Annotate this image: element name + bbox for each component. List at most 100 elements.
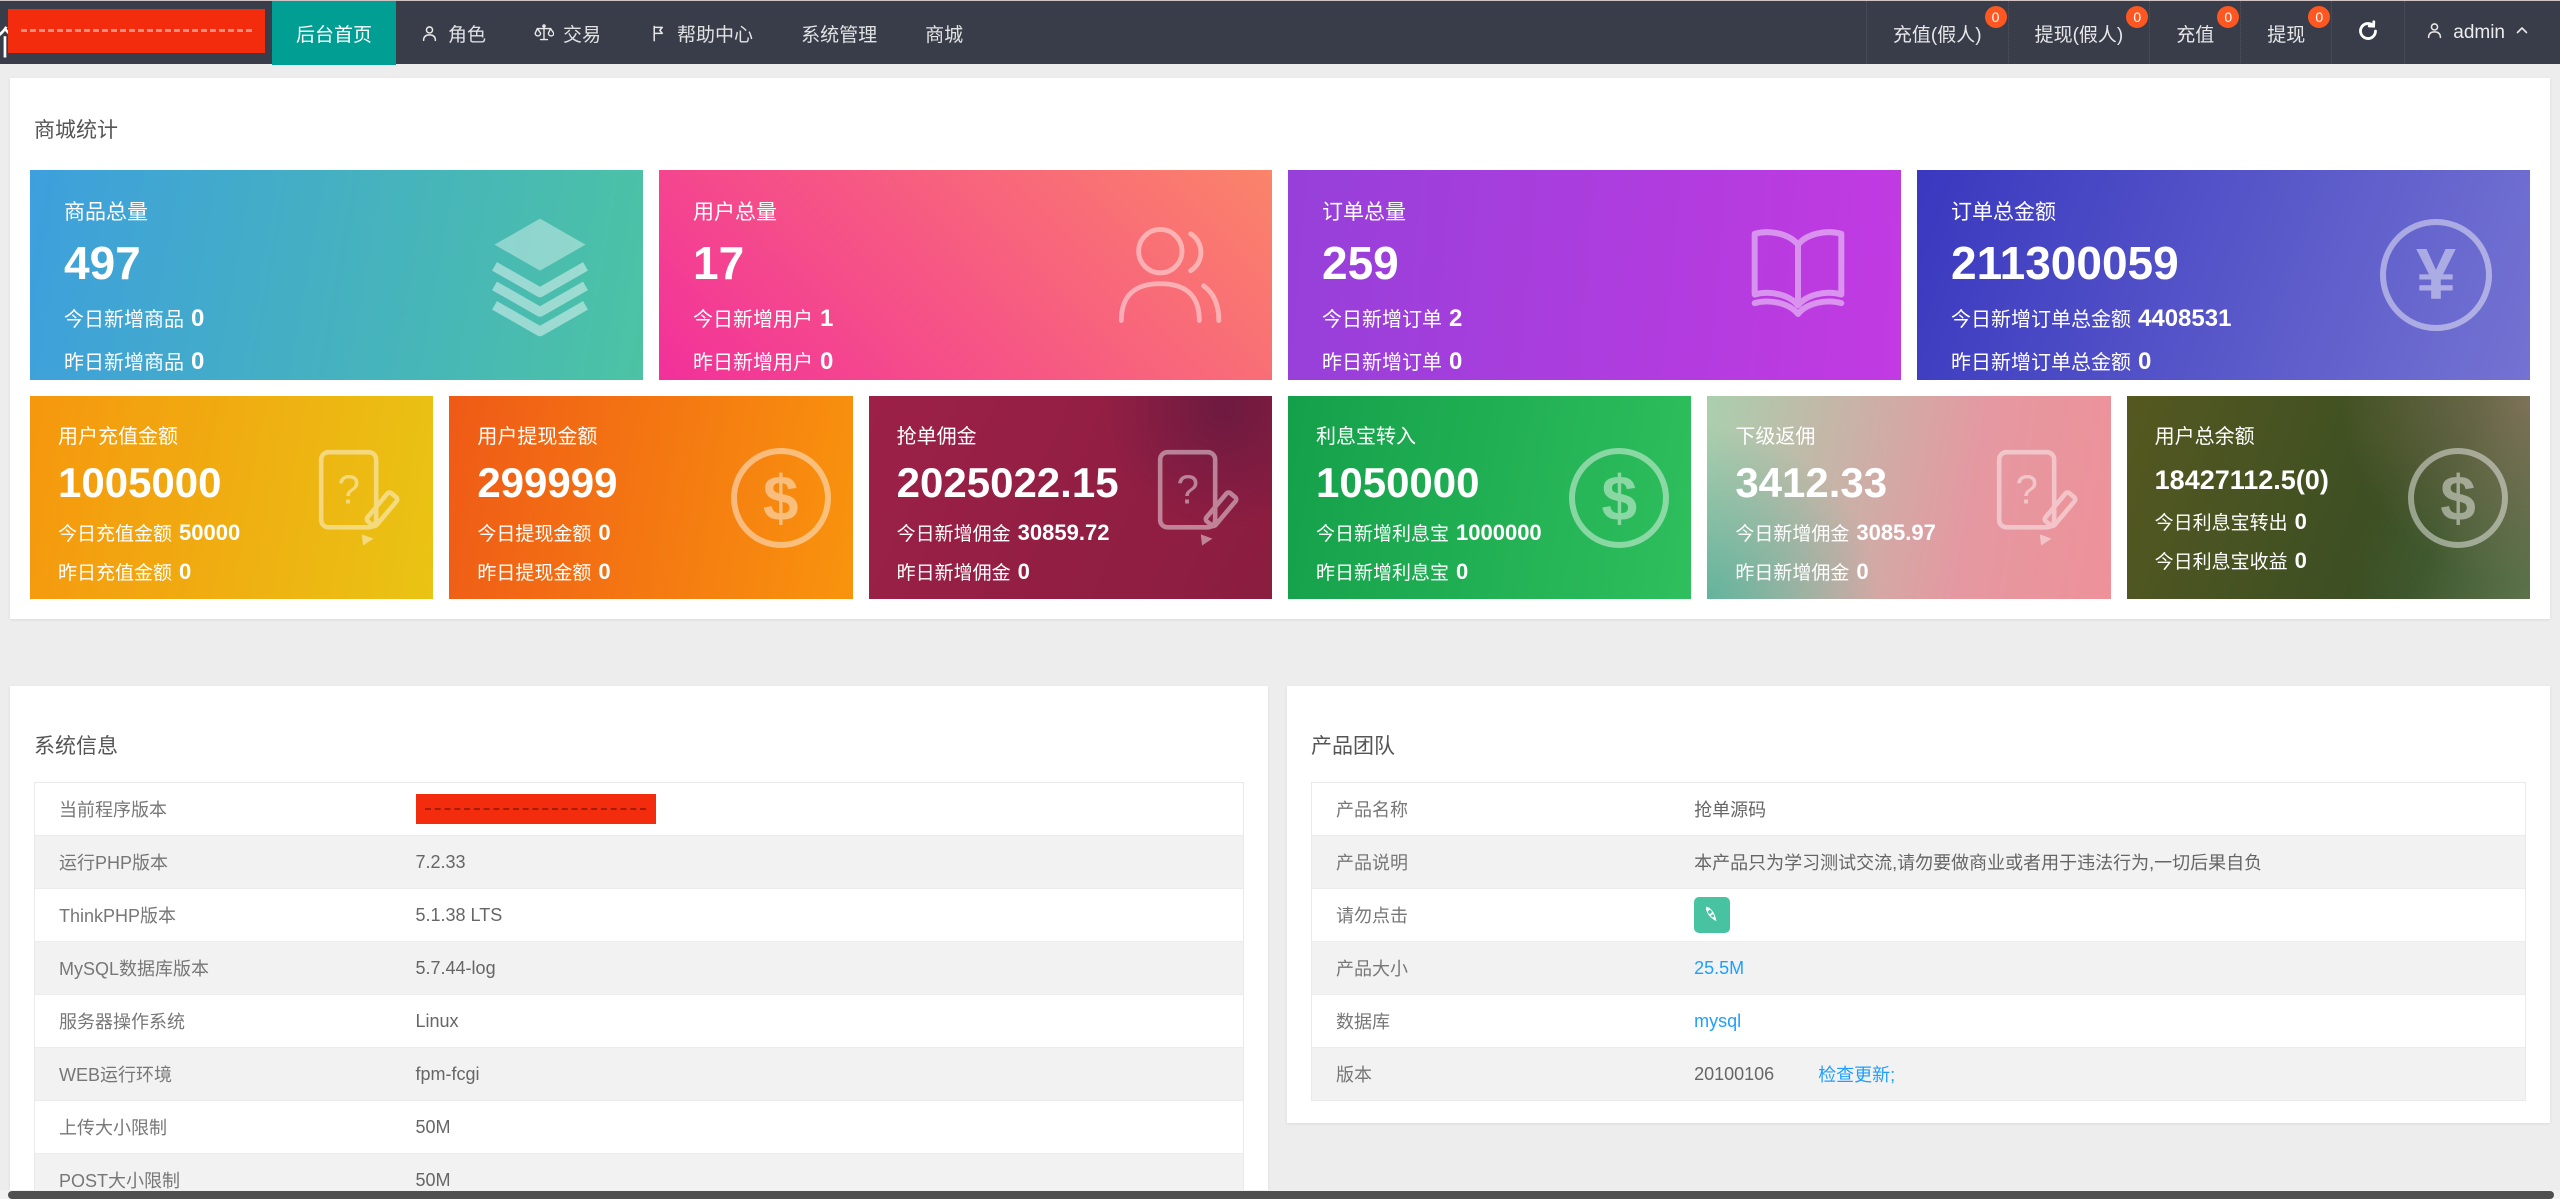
section-title: 产品团队: [1311, 735, 1395, 758]
redaction-overlay: [415, 794, 656, 824]
info-label: MySQL数据库版本: [59, 959, 210, 979]
system-info-panel: 系统信息 当前程序版本 运行PHP版本 7.2.33 ThinkPHP版本 5.…: [10, 686, 1268, 1199]
stat-card-user-recharge: 用户充值金额 1005000 今日充值金额 50000 昨日充值金额 0 ?: [30, 396, 434, 599]
card-line: 昨日新增利息宝 0: [1316, 559, 1469, 584]
info-value: [1694, 897, 1731, 933]
quick-withdraw-fake[interactable]: 提现(假人) 0: [2007, 1, 2150, 65]
rocket-icon[interactable]: [1694, 897, 1731, 933]
card-line: 昨日提现金额 0: [477, 559, 611, 584]
card-line: 昨日新增订单 0: [1322, 348, 1463, 375]
info-value: 5.1.38 LTS: [415, 904, 503, 925]
info-label: 版本: [1336, 1065, 1372, 1085]
refresh-button[interactable]: [2331, 1, 2404, 65]
info-label: 上传大小限制: [59, 1118, 167, 1138]
stat-card-order-amount-total: 订单总金额 211300059 今日新增订单总金额 4408531 昨日新增订单总…: [1917, 170, 2530, 380]
info-value: Linux: [415, 1010, 459, 1031]
quick-item-label: 提现: [2267, 24, 2306, 46]
menu-item-home[interactable]: 后台首页: [272, 1, 397, 65]
section-title: 系统信息: [34, 735, 118, 758]
table-row: 版本 20100106 检查更新;: [1312, 1048, 2525, 1100]
menu-item-label: 后台首页: [296, 24, 373, 46]
menu-item-label: 交易: [563, 24, 602, 46]
mall-statistics-panel: 商城统计 商品总量 497 今日新增商品 0 昨日新增商品 0 用户总量 17 今日…: [10, 78, 2550, 619]
main-menu: 后台首页 角色 交易 帮助中心 系统管理 商城: [272, 1, 987, 65]
info-value: 本产品只为学习测试交流,请勿要做商业或者用于违法行为,一切后果自负: [1694, 853, 2263, 873]
chevron-up-icon: [2514, 22, 2530, 44]
menu-item-label: 帮助中心: [677, 24, 754, 46]
redaction-overlay: [8, 9, 265, 53]
person-icon: [2425, 21, 2444, 46]
stat-card-order-commission: 抢单佣金 2025022.15 今日新增佣金 30859.72 昨日新增佣金 0 ?: [869, 396, 1272, 599]
table-row: 运行PHP版本 7.2.33: [35, 836, 1243, 889]
stat-card-orders-total: 订单总量 259 今日新增订单 2 昨日新增订单 0: [1288, 170, 1901, 380]
info-value: fpm-fcgi: [415, 1063, 480, 1084]
menu-item-mall[interactable]: 商城: [901, 1, 987, 65]
refresh-icon: [2356, 19, 2380, 48]
info-value: [415, 794, 656, 824]
card-title: 用户总余额: [2154, 426, 2255, 448]
info-label: WEB运行环境: [59, 1065, 173, 1085]
info-label: 产品名称: [1336, 800, 1408, 820]
card-line: 今日利息宝收益 0: [2154, 548, 2307, 573]
info-value: 7.2.33: [415, 851, 466, 872]
database-link[interactable]: mysql: [1694, 1011, 1741, 1032]
stat-card-products-total: 商品总量 497 今日新增商品 0 昨日新增商品 0: [30, 170, 643, 380]
info-label: 请勿点击: [1336, 906, 1408, 926]
table-row: 数据库 mysql: [1312, 995, 2525, 1048]
stat-cards-row-2: 用户充值金额 1005000 今日充值金额 50000 昨日充值金额 0 ? 用户提…: [30, 396, 2530, 599]
card-title: 利息宝转入: [1316, 426, 1416, 448]
notification-badge: 0: [2126, 6, 2149, 28]
horizontal-scrollbar: [0, 1190, 2560, 1199]
info-label: 数据库: [1336, 1012, 1390, 1032]
table-row: 上传大小限制 50M: [35, 1101, 1243, 1154]
stat-cards-row-1: 商品总量 497 今日新增商品 0 昨日新增商品 0 用户总量 17 今日新增用户 1…: [30, 170, 2530, 380]
svg-text:?: ?: [2015, 466, 2037, 512]
dollar-circle-icon: $: [2408, 447, 2508, 548]
admin-dashboard: 个 后台首页 角色: [0, 0, 2560, 1199]
stat-card-interest-in: 利息宝转入 1050000 今日新增利息宝 1000000 昨日新增利息宝 0 $: [1288, 396, 1692, 599]
info-value: 抢单源码: [1694, 800, 1767, 820]
scrollbar-thumb[interactable]: [8, 1191, 2554, 1199]
table-row: 产品名称 抢单源码: [1312, 783, 2525, 836]
menu-item-roles[interactable]: 角色: [396, 1, 510, 65]
quick-item-label: 充值(假人): [1892, 24, 1982, 46]
notification-badge: 0: [1984, 6, 2007, 28]
info-value: 20100106 检查更新;: [1694, 1061, 1895, 1087]
info-label: 产品大小: [1336, 959, 1408, 979]
users-icon: [1104, 210, 1234, 340]
info-label: 运行PHP版本: [59, 853, 169, 873]
svg-text:?: ?: [338, 466, 360, 512]
info-label: 产品说明: [1336, 853, 1408, 873]
quick-withdraw[interactable]: 提现 0: [2240, 1, 2331, 65]
menu-item-help-center[interactable]: 帮助中心: [625, 1, 777, 65]
menu-item-trade[interactable]: 交易: [510, 1, 625, 65]
product-team-table: 产品名称 抢单源码 产品说明 本产品只为学习测试交流,请勿要做商业或者用于违法行…: [1311, 782, 2526, 1101]
check-update-link[interactable]: 检查更新;: [1818, 1061, 1895, 1087]
dollar-circle-icon: $: [1569, 447, 1670, 548]
menu-item-system[interactable]: 系统管理: [777, 1, 901, 65]
menu-item-label: 商城: [925, 24, 964, 46]
card-line: 昨日充值金额 0: [58, 559, 192, 584]
layers-icon: [475, 210, 605, 340]
doc-edit-icon: ?: [1140, 443, 1250, 553]
info-value: mysql: [1694, 1011, 1741, 1032]
user-menu[interactable]: admin: [2404, 1, 2550, 65]
table-row: 产品说明 本产品只为学习测试交流,请勿要做商业或者用于违法行为,一切后果自负: [1312, 836, 2525, 889]
stat-card-user-withdraw: 用户提现金额 299999 今日提现金额 0 昨日提现金额 0 $: [449, 396, 853, 599]
stat-card-sub-commission: 下级返佣 3412.33 今日新增佣金 3085.97 昨日新增佣金 0 ?: [1707, 396, 2111, 599]
doc-edit-icon: ?: [1979, 443, 2089, 553]
dollar-circle-icon: $: [730, 447, 831, 548]
quick-recharge[interactable]: 充值 0: [2149, 1, 2240, 65]
table-row: 当前程序版本: [35, 783, 1243, 836]
menu-item-label: 系统管理: [801, 24, 878, 46]
product-size-link[interactable]: 25.5M: [1694, 958, 1744, 979]
navbar-right: 充值(假人) 0 提现(假人) 0 充值 0 提现 0 admin: [1865, 1, 2560, 65]
table-row: WEB运行环境 fpm-fcgi: [35, 1048, 1243, 1101]
table-row: MySQL数据库版本 5.7.44-log: [35, 942, 1243, 995]
doc-edit-icon: ?: [301, 443, 411, 553]
top-navbar: 个 后台首页 角色: [0, 0, 2560, 65]
quick-item-label: 充值: [2176, 24, 2215, 46]
card-line: 昨日新增用户 0: [693, 348, 834, 375]
quick-recharge-fake[interactable]: 充值(假人) 0: [1865, 1, 2008, 65]
info-label: 当前程序版本: [59, 800, 167, 820]
